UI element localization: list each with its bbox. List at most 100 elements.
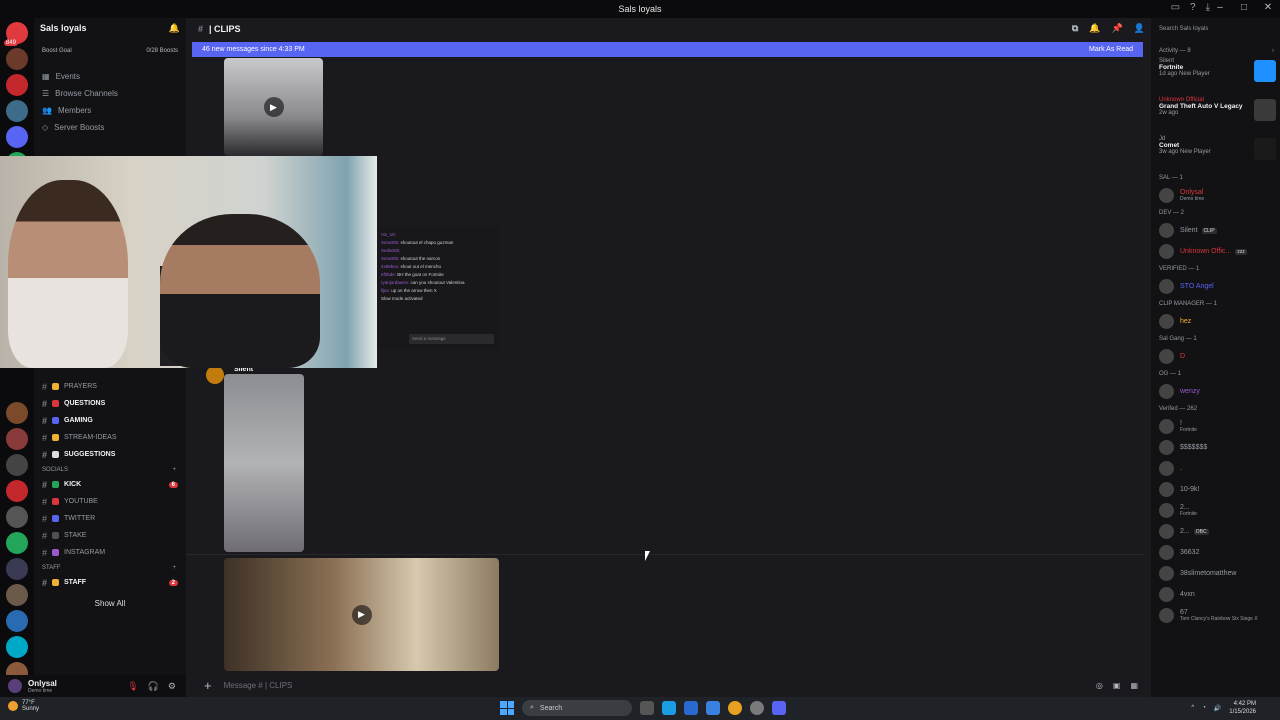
server-icon[interactable] xyxy=(6,480,28,502)
mute-icon[interactable]: 🎙 xyxy=(127,681,138,692)
taskbar-search[interactable]: ⌕ Search xyxy=(522,700,632,716)
member-item[interactable]: 2... Fortnite xyxy=(1151,500,1280,521)
chrome-icon[interactable] xyxy=(728,701,742,715)
member-item[interactable]: 36632 xyxy=(1151,542,1280,563)
stream-chat-input[interactable]: Send a message xyxy=(409,334,494,344)
gif-icon[interactable]: ▣ xyxy=(1113,681,1121,690)
app-icon[interactable]: ▦ xyxy=(1130,681,1138,690)
video-attachment[interactable] xyxy=(224,374,304,552)
server-icon[interactable] xyxy=(6,74,28,96)
server-icon[interactable] xyxy=(6,558,28,580)
member-item[interactable]: 10-9k! xyxy=(1151,479,1280,500)
headphones-icon[interactable]: 🎧 xyxy=(148,681,159,692)
volume-icon[interactable]: 🔊 xyxy=(1214,705,1221,712)
settings-icon[interactable]: ⚙ xyxy=(168,681,176,692)
activity-card[interactable]: Jd Comet 3w ago New Player xyxy=(1151,132,1280,171)
browse-channels-item[interactable]: ☰ Browse Channels xyxy=(42,85,180,102)
channel-item[interactable]: # QUESTIONS xyxy=(34,395,186,412)
plus-icon[interactable]: + xyxy=(172,467,176,473)
guild-header[interactable]: Sals loyals 🔔 xyxy=(34,18,186,38)
member-item[interactable]: . xyxy=(1151,458,1280,479)
bell-icon[interactable]: 🔔 xyxy=(169,23,180,34)
boost-goal[interactable]: Boost Goal 0/28 Boosts xyxy=(34,48,186,60)
play-icon[interactable]: ▶ xyxy=(351,604,372,625)
edge-icon[interactable] xyxy=(662,701,676,715)
member-item[interactable]: D xyxy=(1151,346,1280,367)
mark-as-read-button[interactable]: Mark As Read xyxy=(1089,46,1133,53)
channel-item[interactable]: # STREAM-IDEAS xyxy=(34,429,186,446)
members-item[interactable]: 👥 Members xyxy=(42,102,180,119)
gift-icon[interactable]: ◎ xyxy=(1096,681,1103,690)
activity-card[interactable]: Silent Fortnite 1d ago New Player xyxy=(1151,54,1280,93)
server-icon[interactable] xyxy=(6,610,28,632)
server-icon[interactable] xyxy=(6,126,28,148)
server-icon[interactable] xyxy=(6,100,28,122)
pin-icon[interactable]: 📌 xyxy=(1112,23,1123,34)
server-icon[interactable] xyxy=(6,428,28,450)
member-item[interactable]: 2... OBC xyxy=(1151,521,1280,542)
avatar[interactable] xyxy=(8,679,22,693)
channel-item[interactable]: # STAKE xyxy=(34,527,186,544)
member-item[interactable]: ! Fortnite xyxy=(1151,416,1280,437)
minimize-button[interactable]: – xyxy=(1214,2,1226,13)
member-item[interactable]: Unknown Offic... zzz xyxy=(1151,241,1280,262)
channel-item[interactable]: # KICK 6 xyxy=(34,476,186,493)
notification-icon[interactable]: 🔔 xyxy=(1089,23,1100,34)
discord-icon[interactable] xyxy=(772,701,786,715)
server-icon[interactable] xyxy=(6,532,28,554)
server-icon[interactable] xyxy=(6,402,28,424)
channel-item[interactable]: # TWITTER xyxy=(34,510,186,527)
message-composer[interactable]: + Message # | CLIPS ◎ ▣ ▦ xyxy=(194,676,1144,694)
plus-icon[interactable]: + xyxy=(172,565,176,571)
members-toggle-icon[interactable]: 👤 xyxy=(1134,23,1145,34)
start-button[interactable] xyxy=(500,701,514,715)
channel-item[interactable]: # YOUTUBE xyxy=(34,493,186,510)
server-icon[interactable] xyxy=(6,48,28,70)
help-icon[interactable]: ? xyxy=(1190,2,1196,13)
activity-card[interactable]: Unknown Official Grand Theft Auto V Legac… xyxy=(1151,93,1280,132)
member-item[interactable]: 38slimetomatthew xyxy=(1151,563,1280,584)
channel-item[interactable]: # SUGGESTIONS xyxy=(34,446,186,463)
video-attachment[interactable]: ▶ xyxy=(224,58,323,156)
member-item[interactable]: Silent CLIP xyxy=(1151,220,1280,241)
new-messages-bar[interactable]: 46 new messages since 4:33 PM Mark As Re… xyxy=(192,42,1143,57)
avatar[interactable] xyxy=(206,366,224,384)
category-staff[interactable]: STAFF + xyxy=(34,561,186,574)
show-all-button[interactable]: Show All xyxy=(65,595,155,611)
channel-item[interactable]: # GAMING xyxy=(34,412,186,429)
member-item[interactable]: wenzy xyxy=(1151,381,1280,402)
clock[interactable]: 4:42 PM 1/15/2026 xyxy=(1229,700,1256,716)
close-button[interactable]: ✕ xyxy=(1262,2,1274,13)
channel-item[interactable]: # INSTAGRAM xyxy=(34,544,186,561)
member-item[interactable]: 67 Tom Clancy's Rainbow Six Siege X xyxy=(1151,605,1280,626)
category-socials[interactable]: SOCIALS + xyxy=(34,463,186,476)
member-item[interactable]: Onlysal Demo time xyxy=(1151,185,1280,206)
server-icon[interactable] xyxy=(6,584,28,606)
wifi-icon[interactable]: ◔ xyxy=(1202,705,1206,711)
task-view-icon[interactable] xyxy=(640,701,654,715)
download-icon[interactable]: ⤓ xyxy=(1206,2,1210,13)
member-item[interactable]: 4vxn xyxy=(1151,584,1280,605)
server-icon[interactable] xyxy=(6,636,28,658)
server-icon[interactable] xyxy=(6,506,28,528)
member-item[interactable]: hez xyxy=(1151,311,1280,332)
server-icon[interactable] xyxy=(6,454,28,476)
store-icon[interactable] xyxy=(684,701,698,715)
threads-icon[interactable]: ⧉ xyxy=(1072,23,1078,34)
play-icon[interactable]: ▶ xyxy=(263,97,284,117)
events-item[interactable]: ▦ Events xyxy=(42,68,180,85)
screen-icon[interactable]: ▭ xyxy=(1171,2,1180,13)
weather-widget[interactable]: 77°F Sunny xyxy=(8,700,39,712)
member-item[interactable]: STO Angel xyxy=(1151,276,1280,297)
app-icon[interactable] xyxy=(706,701,720,715)
search-input[interactable]: Search Sals loyals xyxy=(1155,22,1276,36)
channel-item[interactable]: # PRAYERS xyxy=(34,378,186,395)
video-attachment[interactable]: ▶ xyxy=(224,558,499,671)
chevron-up-icon[interactable]: ^ xyxy=(1191,705,1194,711)
maximize-button[interactable]: □ xyxy=(1238,2,1250,13)
server-icon[interactable] xyxy=(6,662,28,675)
member-item[interactable]: $$$$$$$ xyxy=(1151,437,1280,458)
channel-item[interactable]: # STAFF 2 xyxy=(34,574,186,591)
add-attachment-icon[interactable]: + xyxy=(204,678,212,693)
server-icon[interactable]: 849 xyxy=(4,22,28,46)
